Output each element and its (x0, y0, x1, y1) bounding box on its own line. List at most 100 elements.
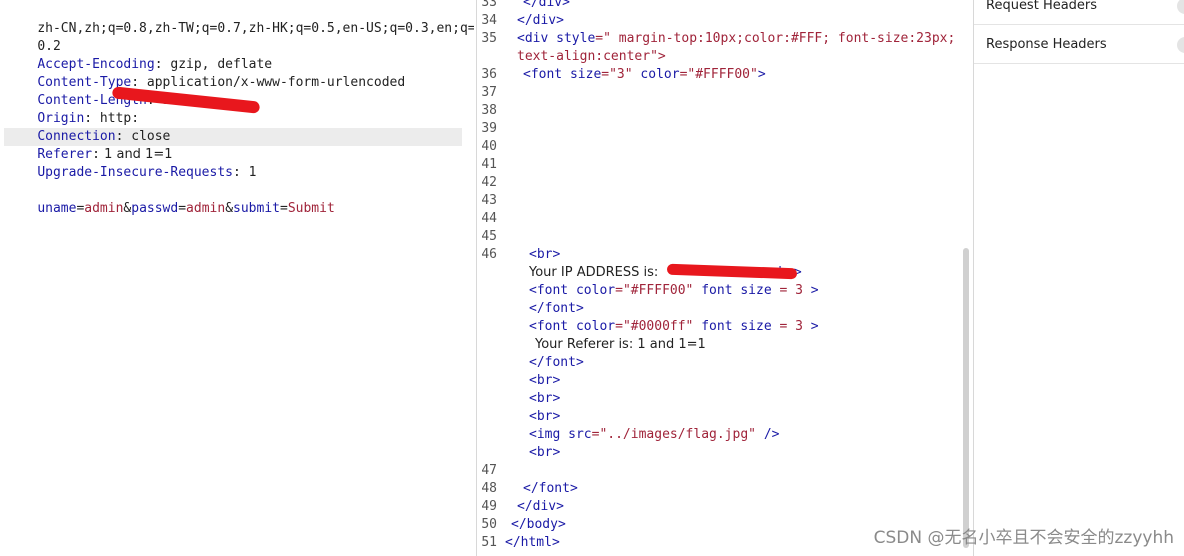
code-line: <font size="3" color="#FFFF00"> (523, 66, 766, 84)
line-number: 44 (481, 211, 497, 226)
line-number: 38 (481, 103, 497, 118)
code-text: Your IP ADDRESS is: (529, 265, 659, 280)
code-line: </div> (517, 12, 564, 30)
code-tag: > (757, 67, 766, 82)
code-tag: /> (756, 427, 780, 442)
line-number: 40 (481, 139, 497, 154)
code-tag: <img (529, 427, 561, 442)
code-attr: font (693, 319, 733, 334)
code-tag: </html> (505, 535, 560, 550)
code-attr: size (562, 67, 602, 82)
code-tag: </div> (517, 499, 564, 514)
code-line: <img src="../images/flag.jpg" /> (529, 426, 779, 444)
code-line: <br> (529, 372, 560, 390)
inspector-panel: Request Headers Response Headers (973, 0, 1184, 556)
code-line: <br> (529, 408, 560, 426)
request-line: zh-CN,zh;q=0.8,zh-TW;q=0.7,zh-HK;q=0.5,e… (6, 2, 474, 36)
code-attr: src (560, 427, 592, 442)
line-number: 36 (481, 67, 497, 82)
code-attr: size (732, 319, 772, 334)
code-str: margin-top:10px;color:#FFF; font-size:23… (610, 31, 956, 46)
header-value: 1 (240, 165, 257, 180)
code-line: </font> (529, 300, 584, 318)
expand-toggle-icon[interactable] (1177, 0, 1184, 14)
code-line: </body> (511, 516, 566, 534)
code-line: <font color="#0000ff" font size = 3 > (529, 319, 819, 334)
code-tag: > (802, 283, 819, 298)
code-line: <div style=" margin-top:10px;color:#FFF;… (517, 30, 955, 48)
request-editor[interactable]: zh-CN,zh;q=0.8,zh-TW;q=0.7,zh-HK;q=0.5,e… (0, 0, 474, 556)
response-editor[interactable]: 33 34 35 36 37 38 39 40 41 42 43 44 45 4… (476, 0, 972, 556)
param-amp: & (225, 201, 234, 216)
code-str: =" (595, 31, 611, 46)
line-number: 41 (481, 157, 497, 172)
code-str: "#FFFF00" (622, 283, 694, 298)
code-tag: </font> (529, 355, 584, 370)
line-number: 51 (481, 535, 497, 550)
code-tag: <br> (529, 247, 561, 262)
code-line: Your Referer is: 1 and 1=1 (535, 336, 706, 354)
line-number: 42 (481, 175, 497, 190)
line-number: 46 (481, 247, 497, 262)
request-line: Connection: close (6, 110, 170, 144)
line-number: 48 (481, 481, 497, 496)
inspector-row-response-headers[interactable]: Response Headers (974, 25, 1184, 64)
inspector-label: Response Headers (986, 37, 1107, 52)
header-key: Upgrade-Insecure-Requests (37, 165, 233, 180)
param-name: submit (233, 201, 280, 216)
code-attr: color (568, 283, 616, 298)
code-str: text-align:center (517, 49, 651, 64)
code-str: = (771, 283, 788, 298)
code-str: "> (650, 49, 666, 64)
code-tag: <br> (529, 409, 561, 424)
inspector-row-request-headers[interactable]: Request Headers (974, 0, 1184, 25)
param-eq: = (279, 201, 288, 216)
request-line: Content-Type: application/x-www-form-url… (6, 56, 405, 90)
line-number: 39 (481, 121, 497, 136)
code-str: ="#FFFF00" (679, 67, 758, 82)
code-tag: </div> (517, 13, 564, 28)
code-line: <br> (529, 444, 560, 462)
code-attr: size (732, 283, 772, 298)
code-attr: font (693, 283, 733, 298)
code-attr: color (632, 67, 680, 82)
code-attr: color (568, 319, 616, 334)
code-tag: <br> (529, 445, 561, 460)
request-line: Content-Length: 38 (6, 74, 178, 108)
code-tag: <br> (529, 391, 561, 406)
code-line: text-align:center"> (517, 48, 666, 66)
param-eq: = (178, 201, 187, 216)
line-number: 49 (481, 499, 497, 514)
code-tag: <font (529, 283, 569, 298)
code-tag: <font (529, 319, 569, 334)
code-line: </html> (505, 534, 560, 552)
watermark: CSDN @无名小卒且不会安全的zzyyhh (873, 528, 1174, 548)
line-number: 35 (481, 31, 497, 46)
code-line: <font color="#FFFF00" font size = 3 > (529, 283, 819, 298)
code-tag: </body> (511, 517, 566, 532)
code-tag: <div (517, 31, 549, 46)
code-line: <br> (529, 246, 560, 264)
line-number: 50 (481, 517, 497, 532)
code-line: </div> (523, 0, 570, 12)
line-number: 33 (481, 0, 497, 10)
param-value: admin (84, 201, 124, 216)
vertical-scrollbar[interactable] (963, 248, 969, 548)
param-name: uname (37, 201, 77, 216)
inspector-label: Request Headers (986, 0, 1098, 13)
code-str: ="3" (601, 67, 633, 82)
code-tag: <font (523, 67, 563, 82)
header-value: zh-CN,zh;q=0.8,zh-TW;q=0.7,zh-HK;q=0.5,e… (37, 21, 474, 36)
code-attr: style (548, 31, 596, 46)
expand-toggle-icon[interactable] (1177, 37, 1184, 53)
request-body: uname=admin&passwd=admin&submit=Submit (6, 182, 334, 216)
line-number: 47 (481, 463, 497, 478)
code-tag: <br> (529, 373, 561, 388)
code-line: </div> (517, 498, 564, 516)
code-text: Your Referer is: 1 and 1=1 (535, 337, 706, 352)
code-line: <br> (529, 390, 560, 408)
code-str: ="../images/flag.jpg" (591, 427, 756, 442)
param-value: admin (186, 201, 226, 216)
code-str: 3 (787, 283, 803, 298)
header-sep: : (232, 165, 241, 180)
